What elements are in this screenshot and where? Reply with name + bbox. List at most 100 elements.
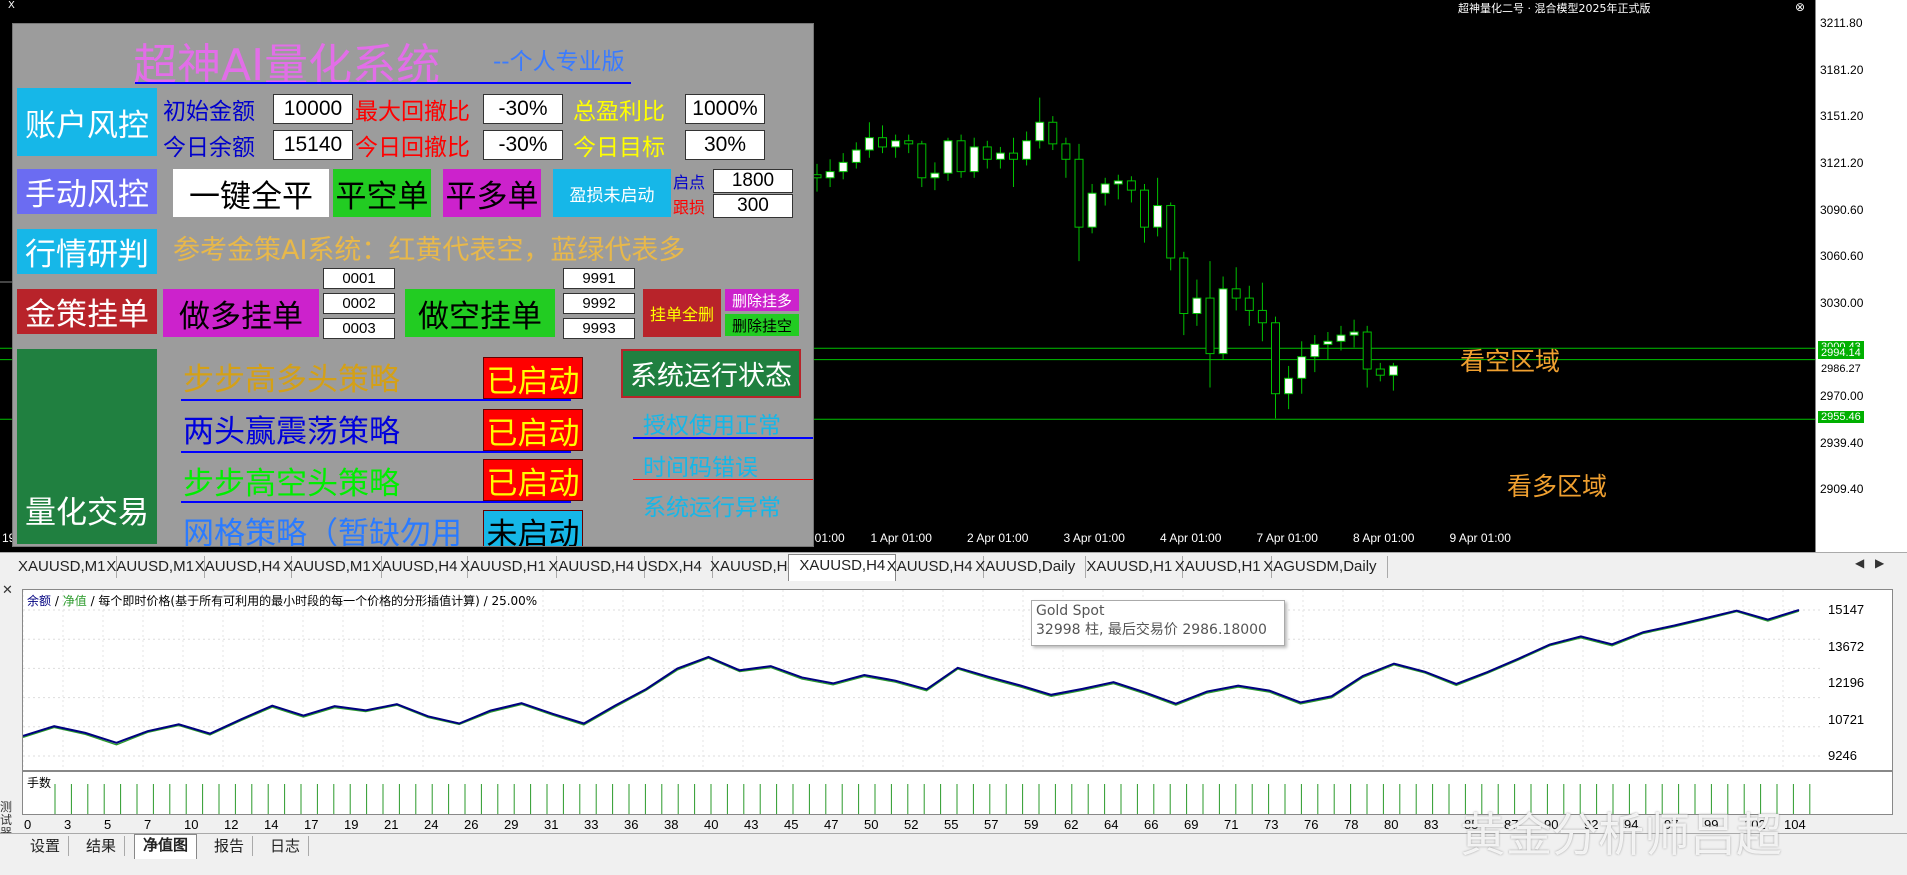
today-drawdown-label: 今日回撤比 — [355, 135, 470, 161]
candle — [1113, 174, 1123, 200]
strategy-status-1[interactable]: 已启动 — [483, 357, 583, 400]
candle — [838, 153, 848, 180]
candle — [1192, 279, 1202, 326]
today-target-field[interactable]: 30% — [685, 130, 765, 160]
quant-trade-label: 量化交易 — [25, 495, 149, 531]
tester-tab[interactable]: 设置 — [22, 836, 70, 856]
tester-close-icon[interactable]: ✕ — [2, 583, 13, 598]
candle — [956, 134, 966, 178]
sell-code-2[interactable]: 9992 — [563, 293, 635, 314]
close-long-button[interactable]: 平多单 — [443, 169, 541, 217]
x-tick: 26 — [464, 817, 479, 832]
equity-y-axis: 15147 13672 12196 10721 9246 — [1822, 589, 1893, 771]
price-tick: 2970.00 — [1820, 388, 1864, 403]
max-drawdown-field[interactable]: -30% — [483, 94, 563, 124]
today-drawdown-field[interactable]: -30% — [483, 130, 563, 160]
sell-code-1[interactable]: 9991 — [563, 268, 635, 289]
strategy-tester: ✕ 余额 / 净值 / 每个即时价格(基于所有可利用的最小时段的每一个价格的分形… — [0, 581, 1907, 875]
trailing-stop-label: 跟损 — [673, 198, 706, 217]
tab-left-arrow-icon: ◀ — [1855, 556, 1865, 570]
initial-amount-field[interactable]: 10000 — [273, 94, 353, 124]
time-code-status-text: 时间码错误 — [643, 455, 758, 481]
strategy-status-3[interactable]: 已启动 — [483, 459, 583, 502]
buy-code-2[interactable]: 0002 — [323, 293, 395, 314]
x-tick: 62 — [1064, 817, 1079, 832]
candle — [825, 159, 835, 188]
candle — [1035, 97, 1045, 149]
candle — [1323, 332, 1333, 360]
delete-long-pending-button[interactable]: 删除挂多 — [725, 289, 799, 311]
x-tick: 43 — [744, 817, 759, 832]
candle — [1244, 285, 1254, 326]
quant-trade-button[interactable]: 量化交易 — [17, 349, 157, 544]
x-tick: 5 — [104, 817, 112, 832]
x-tick: 52 — [904, 817, 919, 832]
candle — [1362, 325, 1372, 388]
close-short-button[interactable]: 平空单 — [333, 169, 431, 217]
account-risk-button[interactable]: 账户风控 — [17, 88, 157, 156]
equity-chart[interactable]: 余额 / 净值 / 每个即时价格(基于所有可利用的最小时段的每一个价格的分形插值… — [22, 589, 1824, 771]
candle — [812, 163, 822, 192]
tester-tab[interactable]: 净值图 — [134, 834, 198, 859]
max-drawdown-label: 最大回撤比 — [355, 99, 470, 125]
candle — [1310, 335, 1320, 373]
delete-all-pending-button[interactable]: 挂单全删 — [643, 289, 721, 337]
x-tick: 78 — [1344, 817, 1359, 832]
equity-tick: 12196 — [1828, 675, 1865, 690]
equity-lines — [23, 590, 1823, 770]
sl-tp-button[interactable]: 盈损未启动 — [553, 169, 671, 217]
candle — [851, 142, 861, 169]
title-underline — [135, 82, 631, 84]
buy-code-1[interactable]: 0001 — [323, 268, 395, 289]
strategy-status-2[interactable]: 已启动 — [483, 409, 583, 452]
candle — [982, 140, 992, 169]
strategy-status-4[interactable]: 未启动 — [483, 510, 583, 546]
x-tick: 3 — [64, 817, 72, 832]
buy-pending-button[interactable]: 做多挂单 — [163, 289, 319, 337]
total-profit-field[interactable]: 1000% — [685, 94, 765, 124]
buy-code-3[interactable]: 0003 — [323, 318, 395, 339]
balance-line — [23, 608, 1800, 744]
tab-right-arrow-icon: ▶ — [1875, 556, 1885, 570]
candle — [1231, 267, 1241, 311]
tester-tab[interactable]: 报告 — [206, 836, 254, 856]
tester-tab[interactable]: 结果 — [78, 836, 126, 856]
sell-pending-button[interactable]: 做空挂单 — [405, 289, 555, 337]
x-tick: 45 — [784, 817, 799, 832]
price-tag: 2955.46 — [1818, 410, 1864, 423]
candle — [943, 137, 953, 181]
sell-code-3[interactable]: 9993 — [563, 318, 635, 339]
system-status-button[interactable]: 系统运行状态 — [621, 349, 801, 398]
trailing-stop-field[interactable]: 300 — [713, 194, 793, 218]
x-tick: 73 — [1264, 817, 1279, 832]
tester-tab[interactable]: 日志 — [262, 836, 310, 856]
price-tick: 3030.00 — [1820, 296, 1864, 311]
close-icon[interactable]: ⊗ — [1795, 0, 1805, 14]
candle — [1074, 143, 1084, 262]
initial-amount-label: 初始金额 — [163, 99, 255, 125]
candle — [1166, 202, 1176, 271]
delete-short-pending-button[interactable]: 删除挂空 — [725, 314, 799, 336]
x-tick: 50 — [864, 817, 879, 832]
candle — [1140, 183, 1149, 243]
candle — [1009, 137, 1018, 188]
auth-status-underline — [633, 437, 813, 439]
today-balance-field[interactable]: 15140 — [273, 130, 353, 160]
manual-risk-button[interactable]: 手动风控 — [17, 169, 157, 214]
start-point-field[interactable]: 1800 — [713, 169, 793, 193]
lots-y-axis — [1822, 771, 1893, 815]
close-all-button[interactable]: 一键全平 — [173, 169, 329, 217]
price-tick: 2909.40 — [1820, 482, 1864, 497]
tooltip: Gold Spot 32998 柱, 最后交易价 2986.18000 — [1031, 600, 1285, 646]
time-tick: 2 Apr 01:00 — [967, 531, 1029, 545]
x-tick: 19 — [344, 817, 359, 832]
golden-pending-button[interactable]: 金策挂单 — [17, 289, 157, 334]
price-tick: 3121.20 — [1820, 155, 1864, 170]
candle — [904, 134, 914, 154]
chart-info-right: 超神量化二号 · 混合模型2025年正式版 — [1458, 2, 1651, 15]
x-tick: 38 — [664, 817, 679, 832]
x-tick: 14 — [264, 817, 279, 832]
chart-tab[interactable]: XAUUSD,Daily — [965, 556, 1087, 578]
market-research-button[interactable]: 行情研判 — [17, 229, 157, 274]
chart-tab[interactable]: XAGUSDM,Daily — [1253, 556, 1388, 578]
